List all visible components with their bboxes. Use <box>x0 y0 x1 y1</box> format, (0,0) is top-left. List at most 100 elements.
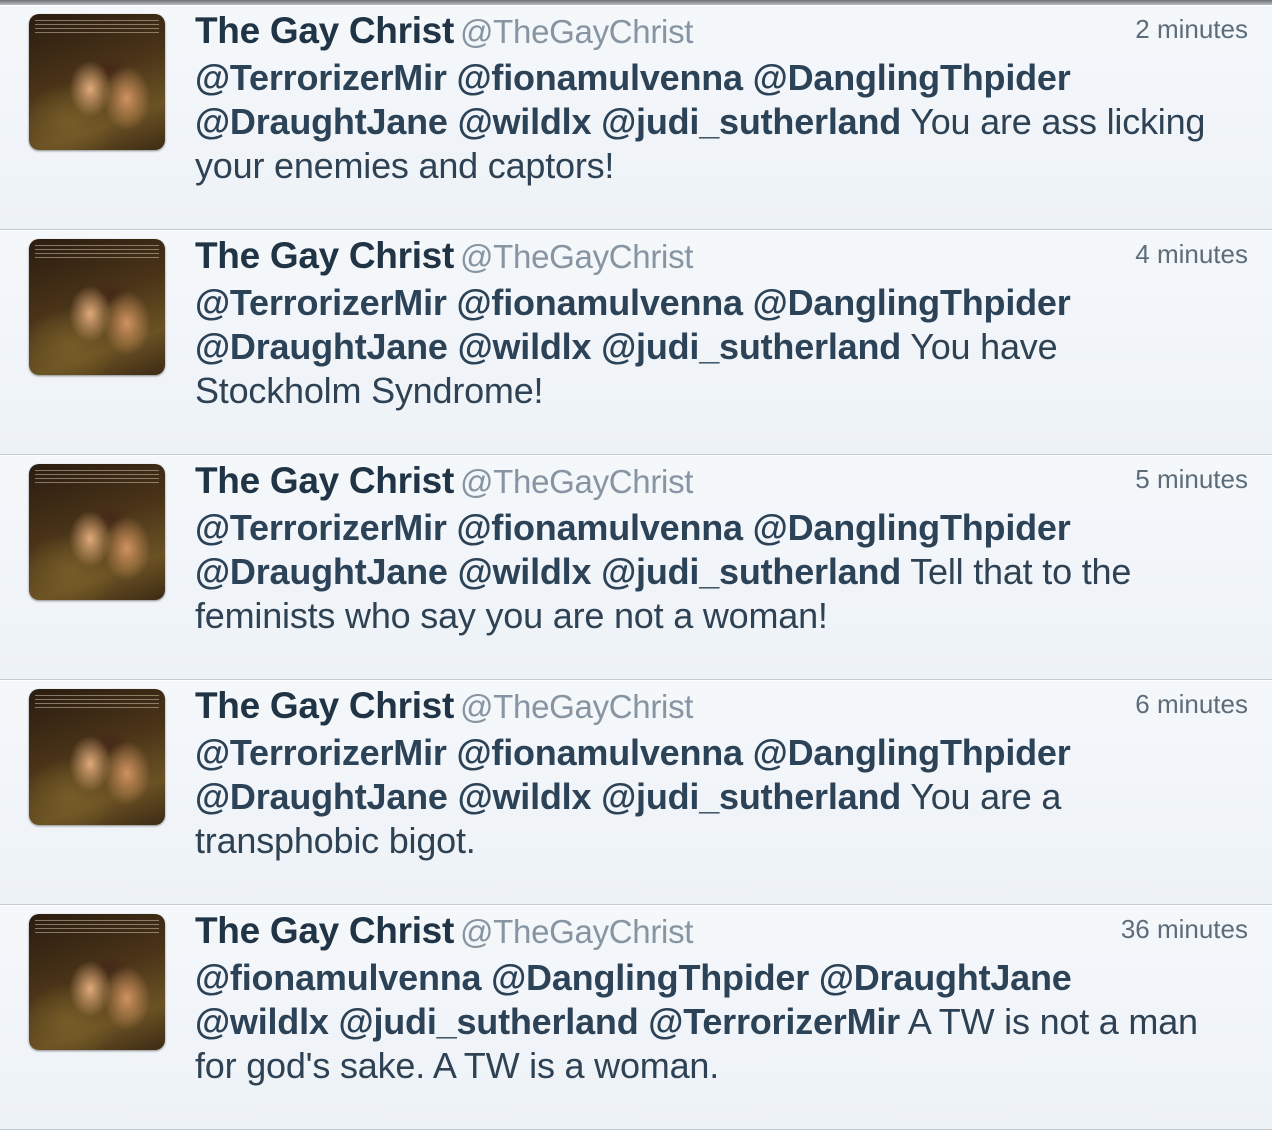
tweet-text-segment <box>329 1001 339 1042</box>
mention-link[interactable]: @wildlx <box>458 101 592 142</box>
tweet-cell[interactable]: The Gay Christ @TheGayChrist 5 minutes @T… <box>0 455 1272 680</box>
avatar-caption-texture <box>35 918 159 936</box>
tweet-text-line: @DraughtJane @wildlx @judi_sutherland Yo… <box>195 325 1255 369</box>
tweet-text-segment <box>591 776 601 817</box>
tweet-text-segment <box>743 507 753 548</box>
tweet-text-segment <box>591 101 601 142</box>
mention-link[interactable]: @judi_sutherland <box>339 1001 639 1042</box>
mention-link[interactable]: @TerrorizerMir <box>195 732 447 773</box>
tweet-timeline[interactable]: The Gay Christ @TheGayChrist 2 minutes @T… <box>0 5 1272 1130</box>
tweet-text-line: transphobic bigot. <box>195 819 1255 863</box>
mention-link[interactable]: @fionamulvenna <box>457 57 744 98</box>
author-handle[interactable]: @TheGayChrist <box>460 688 693 725</box>
tweet-text-segment: You have <box>901 326 1058 367</box>
tweet-timestamp: 5 minutes <box>1135 464 1248 494</box>
tweet-text-segment <box>448 326 458 367</box>
tweet-text-segment <box>448 776 458 817</box>
author-name[interactable]: The Gay Christ <box>195 460 454 501</box>
author-name[interactable]: The Gay Christ <box>195 235 454 276</box>
mention-link[interactable]: @fionamulvenna <box>457 282 744 323</box>
mention-link[interactable]: @DanglingThpider <box>491 957 809 998</box>
mention-link[interactable]: @wildlx <box>458 326 592 367</box>
tweet-text-line: @TerrorizerMir @fionamulvenna @DanglingT… <box>195 281 1255 325</box>
tweet-text: @TerrorizerMir @fionamulvenna @DanglingT… <box>195 506 1255 638</box>
avatar[interactable] <box>29 464 165 600</box>
avatar[interactable] <box>29 239 165 375</box>
avatar-caption-texture <box>35 243 159 261</box>
tweet-text-segment <box>448 551 458 592</box>
mention-link[interactable]: @wildlx <box>458 776 592 817</box>
mention-link[interactable]: @TerrorizerMir <box>195 282 447 323</box>
tweet-header: The Gay Christ @TheGayChrist <box>195 10 693 52</box>
mention-link[interactable]: @fionamulvenna <box>457 507 744 548</box>
mention-link[interactable]: @judi_sutherland <box>601 776 901 817</box>
tweet-text: @fionamulvenna @DanglingThpider @Draught… <box>195 956 1255 1088</box>
tweet-text-line: @TerrorizerMir @fionamulvenna @DanglingT… <box>195 506 1255 550</box>
mention-link[interactable]: @TerrorizerMir <box>648 1001 900 1042</box>
tweet-text-segment: Tell that to the <box>901 551 1132 592</box>
tweet-cell[interactable]: The Gay Christ @TheGayChrist 4 minutes @T… <box>0 230 1272 455</box>
mention-link[interactable]: @judi_sutherland <box>601 551 901 592</box>
tweet-text-line: @TerrorizerMir @fionamulvenna @DanglingT… <box>195 56 1255 100</box>
author-handle[interactable]: @TheGayChrist <box>460 463 693 500</box>
mention-link[interactable]: @wildlx <box>195 1001 329 1042</box>
mention-link[interactable]: @DanglingThpider <box>753 282 1071 323</box>
tweet-text-segment <box>447 732 457 773</box>
tweet-text-line: @DraughtJane @wildlx @judi_sutherland Yo… <box>195 775 1255 819</box>
tweet-text-segment: You are a <box>901 776 1062 817</box>
mention-link[interactable]: @DraughtJane <box>819 957 1072 998</box>
tweet-text: @TerrorizerMir @fionamulvenna @DanglingT… <box>195 56 1255 188</box>
author-name[interactable]: The Gay Christ <box>195 685 454 726</box>
tweet-timestamp: 6 minutes <box>1135 689 1248 719</box>
mention-link[interactable]: @DraughtJane <box>195 551 448 592</box>
avatar-caption-texture <box>35 468 159 486</box>
author-name[interactable]: The Gay Christ <box>195 10 454 51</box>
tweet-text-segment: transphobic bigot. <box>195 820 476 861</box>
avatar-caption-texture <box>35 18 159 36</box>
mention-link[interactable]: @wildlx <box>458 551 592 592</box>
mention-link[interactable]: @judi_sutherland <box>601 326 901 367</box>
tweet-text-segment <box>638 1001 648 1042</box>
tweet-timestamp: 4 minutes <box>1135 239 1248 269</box>
tweet-cell[interactable]: The Gay Christ @TheGayChrist 36 minutes @… <box>0 905 1272 1130</box>
tweet-text-segment <box>448 101 458 142</box>
mention-link[interactable]: @DraughtJane <box>195 326 448 367</box>
tweet-header: The Gay Christ @TheGayChrist <box>195 235 693 277</box>
tweet-text-segment: Stockholm Syndrome! <box>195 370 544 411</box>
tweet-text-segment: for god's sake. A TW is a woman. <box>195 1045 720 1086</box>
tweet-header: The Gay Christ @TheGayChrist <box>195 460 693 502</box>
tweet-text-line: @DraughtJane @wildlx @judi_sutherland Te… <box>195 550 1255 594</box>
tweet-text-line: Stockholm Syndrome! <box>195 369 1255 413</box>
mention-link[interactable]: @DanglingThpider <box>753 57 1071 98</box>
tweet-timestamp: 2 minutes <box>1135 14 1248 44</box>
mention-link[interactable]: @DraughtJane <box>195 101 448 142</box>
tweet-text-line: @TerrorizerMir @fionamulvenna @DanglingT… <box>195 731 1255 775</box>
tweet-text-segment <box>591 551 601 592</box>
tweet-text-line: your enemies and captors! <box>195 144 1255 188</box>
author-handle[interactable]: @TheGayChrist <box>460 913 693 950</box>
mention-link[interactable]: @fionamulvenna <box>195 957 482 998</box>
tweet-header: The Gay Christ @TheGayChrist <box>195 685 693 727</box>
tweet-text-segment <box>447 57 457 98</box>
tweet-text-segment <box>591 326 601 367</box>
mention-link[interactable]: @fionamulvenna <box>457 732 744 773</box>
author-handle[interactable]: @TheGayChrist <box>460 13 693 50</box>
tweet-cell[interactable]: The Gay Christ @TheGayChrist 2 minutes @T… <box>0 5 1272 230</box>
avatar[interactable] <box>29 14 165 150</box>
author-name[interactable]: The Gay Christ <box>195 910 454 951</box>
tweet-timestamp: 36 minutes <box>1120 914 1248 944</box>
mention-link[interactable]: @DanglingThpider <box>753 732 1071 773</box>
author-handle[interactable]: @TheGayChrist <box>460 238 693 275</box>
tweet-text-line: @DraughtJane @wildlx @judi_sutherland Yo… <box>195 100 1255 144</box>
tweet-text-line: @fionamulvenna @DanglingThpider @Draught… <box>195 956 1255 1000</box>
avatar[interactable] <box>29 914 165 1050</box>
mention-link[interactable]: @judi_sutherland <box>601 101 901 142</box>
mention-link[interactable]: @DanglingThpider <box>753 507 1071 548</box>
avatar[interactable] <box>29 689 165 825</box>
mention-link[interactable]: @TerrorizerMir <box>195 507 447 548</box>
mention-link[interactable]: @TerrorizerMir <box>195 57 447 98</box>
mention-link[interactable]: @DraughtJane <box>195 776 448 817</box>
tweet-text-segment <box>743 732 753 773</box>
tweet-text-segment <box>743 282 753 323</box>
tweet-cell[interactable]: The Gay Christ @TheGayChrist 6 minutes @T… <box>0 680 1272 905</box>
